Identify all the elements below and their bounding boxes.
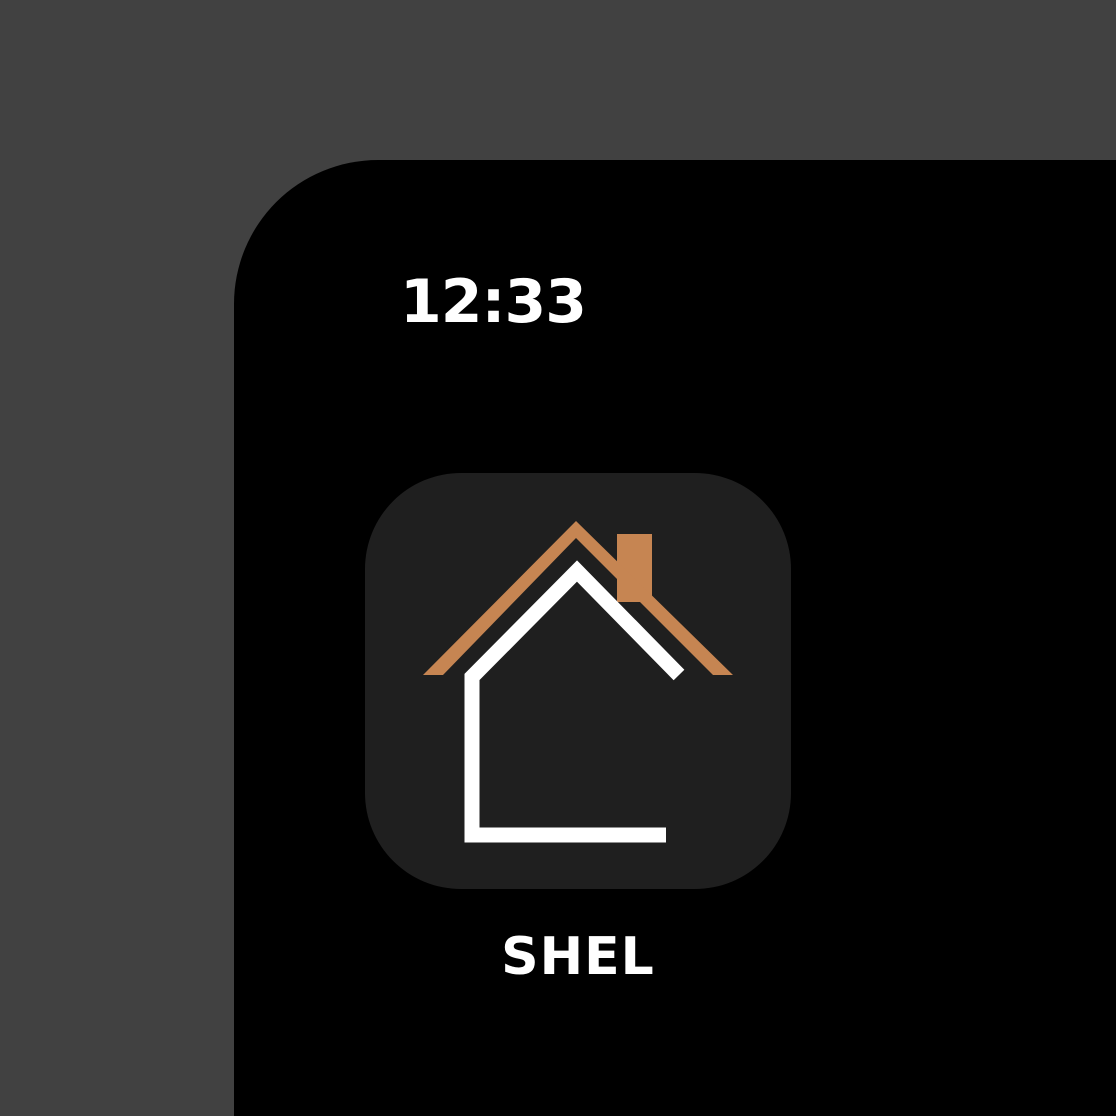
app-icon-button[interactable] [365, 473, 791, 889]
status-bar-time: 12:33 [400, 267, 587, 337]
roof-shape [423, 521, 733, 675]
device-screen: 12:33 SHEL [234, 160, 1116, 1116]
app-label[interactable]: SHEL [365, 922, 791, 992]
house-icon [423, 521, 733, 843]
